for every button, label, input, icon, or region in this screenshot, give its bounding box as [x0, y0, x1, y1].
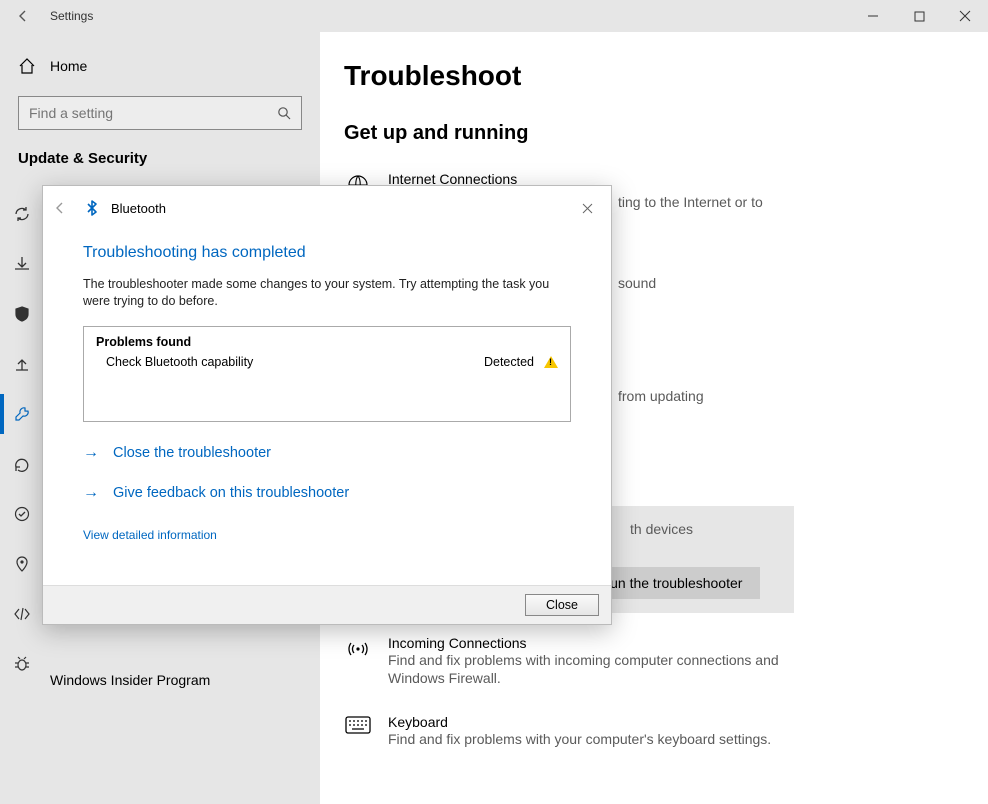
dialog-module-title: Bluetooth	[111, 201, 166, 216]
back-button[interactable]	[0, 0, 46, 32]
feedback-link[interactable]: → Give feedback on this troubleshooter	[83, 484, 571, 502]
dialog-body: Troubleshooting has completed The troubl…	[43, 226, 611, 585]
titlebar: Settings	[0, 0, 988, 32]
check-circle-icon	[13, 505, 31, 523]
sidebar-item-insider[interactable]	[0, 652, 44, 676]
troubleshooter-desc: from updating	[618, 387, 704, 406]
feedback-label: Give feedback on this troubleshooter	[113, 485, 349, 501]
minimize-icon	[867, 10, 879, 22]
troubleshooter-desc: Find and fix problems with your computer…	[388, 730, 771, 749]
problem-name: Check Bluetooth capability	[106, 355, 253, 369]
wrench-icon	[13, 405, 31, 423]
close-icon	[959, 10, 971, 22]
troubleshooter-selected-desc: th devices	[630, 520, 693, 539]
developer-icon	[13, 605, 31, 623]
recovery-icon	[13, 455, 31, 473]
dialog-paragraph: The troubleshooter made some changes to …	[83, 276, 571, 310]
download-icon	[13, 255, 31, 273]
page-heading: Troubleshoot	[344, 60, 964, 92]
keyboard-icon	[344, 714, 372, 749]
dialog-back-button[interactable]	[53, 201, 73, 215]
home-icon	[18, 57, 36, 75]
close-ts-label: Close the troubleshooter	[113, 445, 271, 461]
sidebar-item-for-developers[interactable]	[0, 602, 44, 626]
shield-icon	[13, 305, 31, 323]
search-field[interactable]	[29, 105, 277, 121]
close-troubleshooter-link[interactable]: → Close the troubleshooter	[83, 444, 571, 462]
sidebar-item-troubleshoot[interactable]	[0, 402, 44, 426]
troubleshooter-title: Incoming Connections	[388, 635, 788, 651]
sidebar-item-activation[interactable]	[0, 502, 44, 526]
sync-icon	[13, 205, 31, 223]
window-title: Settings	[46, 9, 93, 23]
arrow-right-icon: →	[83, 484, 99, 502]
sidebar-section-title: Update & Security	[0, 144, 320, 167]
problem-row[interactable]: Check Bluetooth capability Detected	[96, 355, 558, 369]
antenna-icon	[344, 635, 372, 689]
problems-box: Problems found Check Bluetooth capabilit…	[83, 326, 571, 422]
location-icon	[13, 555, 31, 573]
close-button[interactable]	[942, 0, 988, 32]
troubleshooter-dialog: Bluetooth Troubleshooting has completed …	[42, 185, 612, 625]
sidebar-item-delivery-optimization[interactable]	[0, 252, 44, 276]
bug-icon	[13, 655, 31, 673]
minimize-button[interactable]	[850, 0, 896, 32]
troubleshooter-keyboard[interactable]: Keyboard Find and fix problems with your…	[344, 706, 964, 767]
bluetooth-icon	[83, 199, 101, 217]
dialog-heading: Troubleshooting has completed	[83, 244, 571, 262]
sidebar-item-backup[interactable]	[0, 352, 44, 376]
arrow-right-icon: →	[83, 444, 99, 462]
arrow-left-icon	[15, 8, 31, 24]
sidebar-item-home[interactable]: Home	[0, 46, 320, 86]
sidebar-insider-label[interactable]: Windows Insider Program	[50, 672, 210, 688]
dialog-close-button[interactable]: Close	[525, 594, 599, 616]
troubleshooter-desc: Find and fix problems with incoming comp…	[388, 651, 788, 689]
upload-icon	[13, 355, 31, 373]
close-icon	[582, 203, 593, 214]
problem-status: Detected	[484, 355, 534, 369]
troubleshooter-desc: sound	[618, 274, 656, 293]
sidebar-icon-strip	[0, 202, 44, 676]
search-input[interactable]	[18, 96, 302, 130]
problems-header: Problems found	[96, 335, 558, 349]
search-icon	[277, 106, 291, 120]
detailed-info-link[interactable]: View detailed information	[83, 528, 571, 542]
maximize-button[interactable]	[896, 0, 942, 32]
sidebar-item-windows-security[interactable]	[0, 302, 44, 326]
maximize-icon	[914, 11, 925, 22]
troubleshooter-title: Keyboard	[388, 714, 771, 730]
dialog-footer: Close	[43, 585, 611, 624]
arrow-left-icon	[53, 201, 67, 215]
sidebar-item-recovery[interactable]	[0, 452, 44, 476]
sidebar-home-label: Home	[50, 58, 87, 74]
dialog-x-button[interactable]	[573, 196, 601, 220]
sidebar-item-windows-update[interactable]	[0, 202, 44, 226]
troubleshooter-incoming[interactable]: Incoming Connections Find and fix proble…	[344, 627, 964, 707]
page-subheading: Get up and running	[344, 122, 964, 145]
warning-icon	[544, 356, 558, 368]
dialog-header: Bluetooth	[43, 186, 611, 226]
sidebar-item-find-my-device[interactable]	[0, 552, 44, 576]
